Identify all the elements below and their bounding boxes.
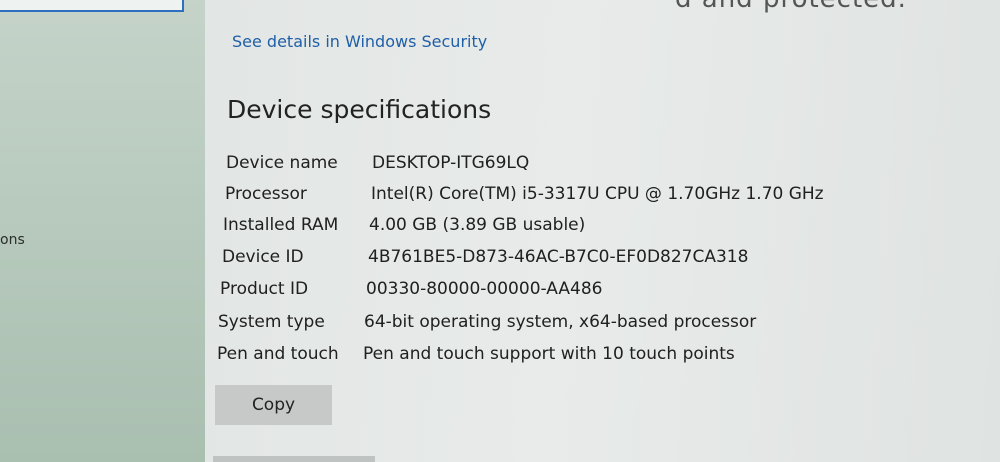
about-content: d and protected. See details in Windows … xyxy=(205,0,1000,462)
spec-value: DESKTOP-ITG69LQ xyxy=(372,153,530,173)
spec-value: 4.00 GB (3.89 GB usable) xyxy=(369,215,586,235)
spec-value: 4B761BE5-D873-46AC-B7C0-EF0D827CA318 xyxy=(368,247,749,267)
spec-label: Device ID xyxy=(222,247,304,267)
spec-label: Installed RAM xyxy=(223,215,339,235)
spec-label: Pen and touch xyxy=(217,344,339,364)
spec-value: 00330-80000-00000-AA486 xyxy=(366,279,603,299)
nav-item-label[interactable]: ons xyxy=(0,232,25,248)
copy-button[interactable]: Copy xyxy=(215,385,332,425)
spec-value: 64-bit operating system, x64-based proce… xyxy=(364,312,757,332)
spec-value: Intel(R) Core(TM) i5-3317U CPU @ 1.70GHz… xyxy=(371,184,824,204)
search-input[interactable] xyxy=(0,0,184,12)
settings-window: ons d and protected. See details in Wind… xyxy=(0,0,1000,462)
next-button[interactable] xyxy=(213,456,375,462)
page-title: Device specifications xyxy=(227,95,492,124)
nav-pane: ons xyxy=(0,0,205,462)
spec-label: System type xyxy=(218,312,325,332)
spec-value: Pen and touch support with 10 touch poin… xyxy=(363,344,735,364)
windows-security-link[interactable]: See details in Windows Security xyxy=(232,32,487,51)
spec-label: Device name xyxy=(226,153,338,173)
spec-label: Processor xyxy=(225,184,307,204)
spec-label: Product ID xyxy=(220,279,309,299)
protection-status-text: d and protected. xyxy=(675,0,907,14)
